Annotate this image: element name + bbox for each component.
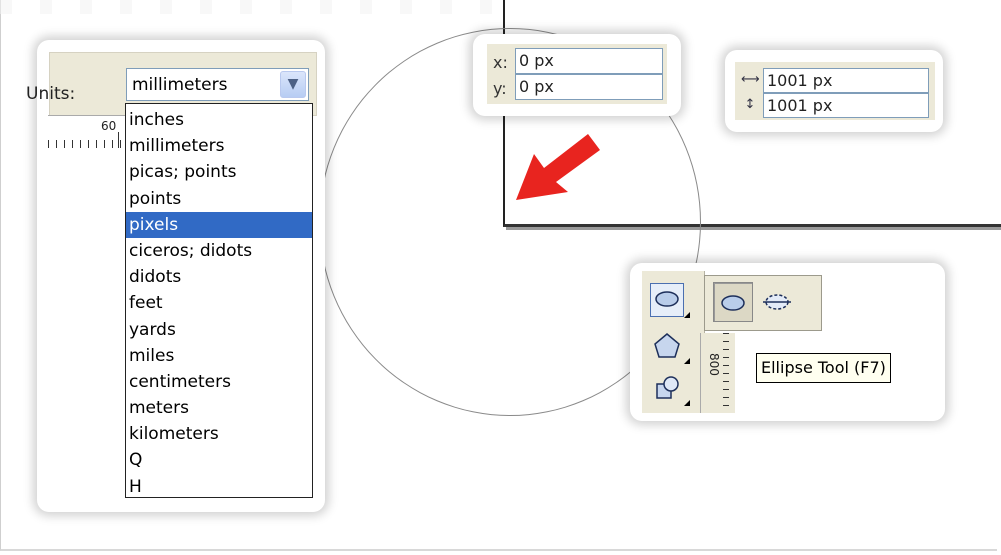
position-callout: x: 0 px y: 0 px <box>473 34 681 116</box>
ellipse-tool-button[interactable] <box>650 283 690 318</box>
tools-callout: 800 Ellipse Tool (F7) <box>630 263 945 421</box>
x-label: x: <box>493 53 508 72</box>
vertical-ruler: 800 <box>700 333 735 413</box>
units-option[interactable]: inches <box>126 107 312 133</box>
horizontal-size-icon: ⟷ <box>741 72 760 87</box>
vertical-size-icon: ↕ <box>744 97 756 112</box>
basic-shapes-tool-button[interactable] <box>650 371 690 406</box>
units-option[interactable]: pixels <box>126 211 312 238</box>
ellipse-button[interactable] <box>713 282 753 322</box>
toolbox <box>642 271 705 413</box>
ellipse-tool-icon <box>655 291 679 307</box>
units-option[interactable]: H <box>126 474 312 500</box>
units-option[interactable]: yards <box>126 317 312 343</box>
chevron-down-icon: ▼ <box>287 76 299 92</box>
height-row: ↕ 1001 px <box>741 93 929 119</box>
flyout-indicator <box>684 400 690 406</box>
width-input[interactable]: 1001 px <box>763 68 929 93</box>
units-option[interactable]: Q <box>126 447 312 473</box>
flyout-indicator <box>684 312 690 318</box>
ruler-number: 60 <box>101 119 117 133</box>
units-option[interactable]: picas; points <box>126 159 312 185</box>
y-label: y: <box>493 79 507 98</box>
three-point-ellipse-button[interactable] <box>757 282 797 322</box>
ellipse-icon <box>721 295 745 311</box>
flyout-indicator <box>684 358 690 364</box>
height-input[interactable]: 1001 px <box>763 93 929 118</box>
units-option[interactable]: kilometers <box>126 421 312 447</box>
ruler-major-tick <box>118 132 119 148</box>
units-option[interactable]: feet <box>126 290 312 316</box>
units-option[interactable]: miles <box>126 343 312 369</box>
units-option[interactable]: didots <box>126 264 312 290</box>
units-dropdown[interactable]: millimeters ▼ <box>126 68 309 101</box>
ruler-ticks <box>48 140 126 148</box>
units-option[interactable]: ciceros; didots <box>126 238 312 264</box>
units-option[interactable]: millimeters <box>126 133 312 159</box>
width-row: ⟷ 1001 px <box>741 68 929 94</box>
ellipse-tool-tooltip: Ellipse Tool (F7) <box>756 353 891 383</box>
y-row: y: 0 px <box>493 74 663 102</box>
polygon-tool-button[interactable] <box>650 329 690 364</box>
ellipse-flyout <box>704 275 822 331</box>
x-input[interactable]: 0 px <box>515 48 663 74</box>
basic-shapes-tool-icon <box>656 376 679 399</box>
units-options-list[interactable]: inches millimeters picas; points points pixe… <box>125 103 313 498</box>
size-toolbar: ⟷ 1001 px ↕ 1001 px <box>735 62 935 120</box>
size-callout: ⟷ 1001 px ↕ 1001 px <box>725 50 943 132</box>
red-arrow-icon <box>516 134 600 200</box>
horizontal-ruler: 60 <box>48 115 126 152</box>
units-option[interactable]: points <box>126 186 312 212</box>
vertical-ruler-number: 800 <box>707 353 721 376</box>
units-option[interactable]: meters <box>126 395 312 421</box>
position-toolbar: x: 0 px y: 0 px <box>487 44 667 104</box>
units-selected-value: millimeters <box>132 75 228 95</box>
dropdown-button[interactable]: ▼ <box>280 71 306 98</box>
x-row: x: 0 px <box>493 48 663 76</box>
y-input[interactable]: 0 px <box>515 74 663 100</box>
polygon-tool-icon <box>654 333 680 358</box>
vertical-ruler-ticks <box>723 333 729 413</box>
units-option[interactable]: centimeters <box>126 369 312 395</box>
units-label: Units: <box>26 84 76 104</box>
three-point-ellipse-icon <box>763 294 791 310</box>
